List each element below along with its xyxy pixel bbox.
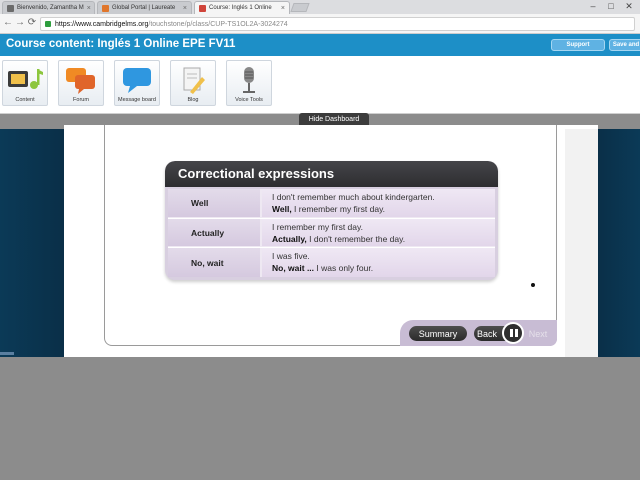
support-button[interactable]: Support — [551, 39, 605, 51]
summary-button[interactable]: Summary — [409, 326, 467, 341]
dashboard-item-voice-tools[interactable]: Voice Tools — [226, 60, 272, 106]
expression-label: No, wait — [168, 248, 260, 277]
dashboard-item-forum[interactable]: Forum — [58, 60, 104, 106]
example-bold: Actually, — [272, 233, 307, 244]
example-text: I don't remember much about kindergarten… — [262, 189, 495, 217]
lock-icon — [45, 21, 51, 27]
table-row: Well I don't remember much about kinderg… — [168, 189, 495, 217]
dashboard-item-label: Forum — [73, 97, 89, 103]
page-title: Course content: Inglés 1 Online EPE FV11 — [6, 38, 236, 50]
example-bold: Well, — [272, 203, 292, 214]
course-header: Course content: Inglés 1 Online EPE FV11… — [0, 34, 640, 56]
background-right — [598, 129, 640, 357]
dashboard-item-label: Blog — [187, 97, 199, 103]
example-line: I don't remember much about kindergarten… — [272, 192, 435, 202]
favicon-icon — [7, 4, 14, 12]
maximize-icon[interactable]: □ — [602, 0, 620, 12]
url-host: https://www.cambridgelms.org — [55, 20, 149, 28]
table-row: Actually I remember my first day. Actual… — [168, 218, 495, 246]
dashboard-item-label: Message board — [118, 97, 156, 103]
table-row: No, wait I was five. No, wait ... I was … — [168, 247, 495, 277]
expression-label: Actually — [168, 219, 260, 246]
correctional-expressions-card: Correctional expressions Well I don't re… — [165, 161, 498, 280]
url-input[interactable]: https://www.cambridgelms.org /touchstone… — [40, 17, 635, 31]
close-icon[interactable]: × — [278, 5, 285, 12]
card-header: Correctional expressions — [165, 161, 498, 187]
back-arrow-icon[interactable]: ← — [2, 17, 14, 29]
card-title: Correctional expressions — [178, 166, 335, 181]
example-bold: No, wait ... — [272, 262, 315, 273]
browser-tab-global-portal[interactable]: Global Portal | Laureate × — [97, 1, 192, 14]
background-left — [0, 129, 64, 357]
speech-bubble-icon — [123, 68, 151, 93]
url-path: /touchstone/p/class/CUP-TS1OL2A-3024274 — [148, 20, 288, 28]
save-and-exit-button[interactable]: Save and — [609, 39, 640, 51]
dashboard-item-label: Content — [15, 97, 35, 103]
film-music-icon — [8, 69, 43, 89]
dashboard: Content Forum Message board Blog Voice T… — [0, 56, 640, 114]
example-line: Actually, I don't remember the day. — [272, 234, 495, 246]
close-icon[interactable]: × — [84, 5, 91, 12]
browser-tab-course[interactable]: Course: Inglés 1 Online × — [194, 1, 290, 14]
tab-label: Global Portal | Laureate — [112, 5, 176, 11]
pencil-paper-icon — [183, 67, 205, 94]
dashboard-item-message-board[interactable]: Message board — [114, 60, 160, 106]
new-tab-button[interactable] — [290, 3, 310, 12]
tab-label: Bienvenido, Zamantha M — [17, 5, 84, 11]
forward-arrow-icon[interactable]: → — [14, 17, 26, 29]
favicon-icon — [102, 4, 109, 12]
microphone-icon — [243, 67, 255, 93]
content-side-strip — [565, 129, 598, 357]
cursor-dot — [531, 283, 535, 287]
dashboard-item-label: Voice Tools — [235, 97, 263, 103]
next-button[interactable]: Next — [524, 326, 552, 341]
example-line: I remember my first day. — [272, 222, 363, 232]
example-text: I was five. No, wait ... I was only four… — [262, 248, 495, 277]
example-line: I was five. — [272, 251, 310, 261]
dashboard-item-blog[interactable]: Blog — [170, 60, 216, 106]
decorative-line — [0, 352, 14, 355]
favicon-icon — [199, 4, 206, 12]
address-bar: ← → ⟳ https://www.cambridgelms.org /touc… — [0, 14, 640, 34]
expression-label: Well — [168, 189, 260, 217]
example-rest: I don't remember the day. — [306, 233, 406, 244]
dashboard-item-content[interactable]: Content — [2, 60, 48, 106]
browser-tab-bienvenido[interactable]: Bienvenido, Zamantha M × — [2, 1, 95, 14]
example-rest: I remember my first day. — [291, 203, 386, 214]
example-line: No, wait ... I was only four. — [272, 263, 495, 275]
minimize-icon[interactable]: – — [584, 0, 602, 12]
hide-dashboard-button[interactable]: Hide Dashboard — [299, 113, 369, 125]
example-rest: I was only four. — [314, 262, 374, 273]
example-text: I remember my first day. Actually, I don… — [262, 219, 495, 246]
reload-icon[interactable]: ⟳ — [26, 17, 38, 29]
browser-tab-strip: Bienvenido, Zamantha M × Global Portal |… — [0, 0, 640, 14]
chat-bubbles-icon — [66, 68, 95, 94]
window-close-icon[interactable]: ✕ — [620, 0, 638, 12]
tab-label: Course: Inglés 1 Online — [209, 5, 272, 11]
close-icon[interactable]: × — [180, 5, 187, 12]
expressions-table: Well I don't remember much about kinderg… — [168, 189, 495, 277]
pause-icon[interactable] — [502, 322, 524, 344]
example-line: Well, I remember my first day. — [272, 204, 495, 216]
